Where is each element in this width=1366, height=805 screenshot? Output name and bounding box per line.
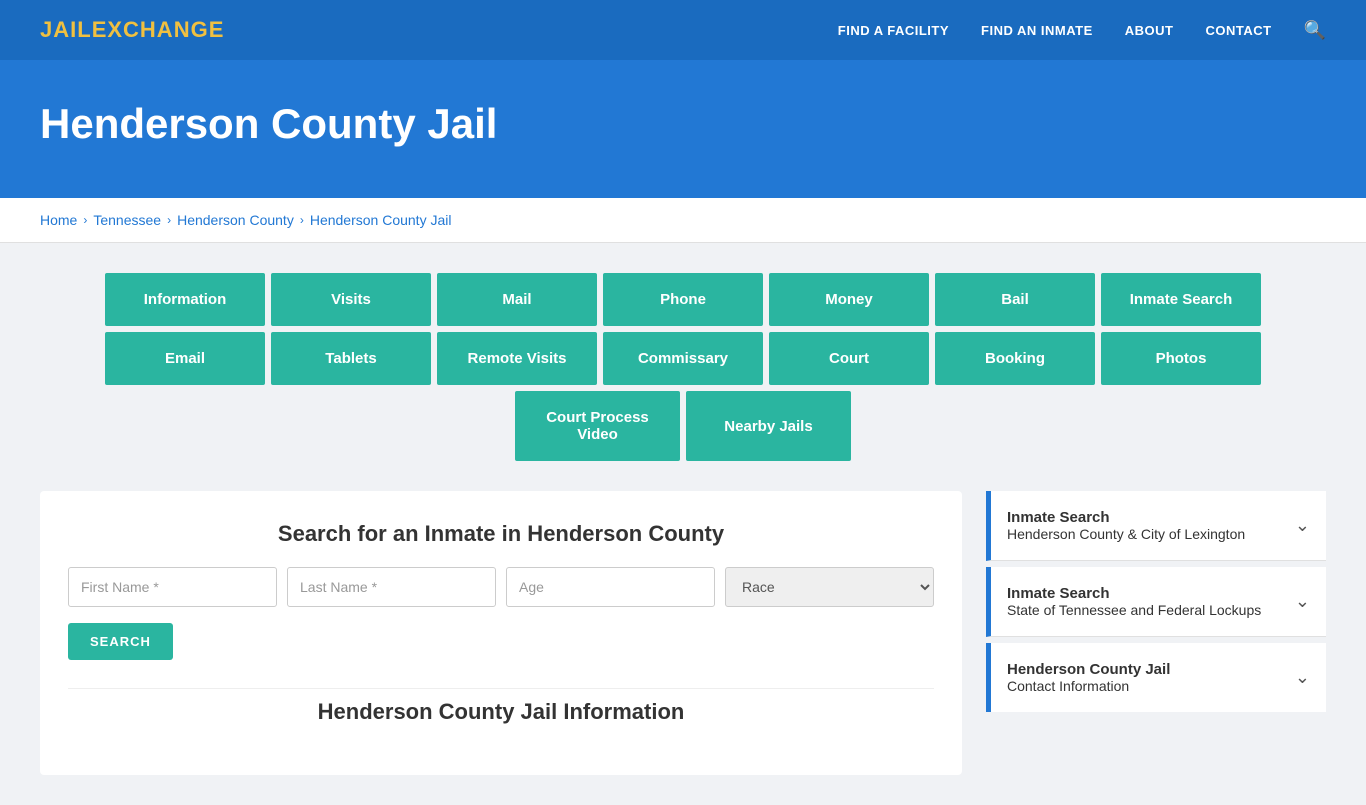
btn-booking[interactable]: Booking — [935, 332, 1095, 385]
breadcrumb-tennessee[interactable]: Tennessee — [93, 212, 161, 228]
race-select[interactable]: Race — [725, 567, 934, 607]
breadcrumb-current: Henderson County Jail — [310, 212, 452, 228]
button-row-2: Email Tablets Remote Visits Commissary C… — [40, 332, 1326, 385]
sidebar-titles-2: Inmate Search State of Tennessee and Fed… — [1007, 585, 1261, 618]
search-icon[interactable]: 🔍 — [1304, 20, 1326, 41]
btn-photos[interactable]: Photos — [1101, 332, 1261, 385]
btn-visits[interactable]: Visits — [271, 273, 431, 326]
chevron-down-icon-2: ⌄ — [1295, 591, 1310, 612]
nav-contact[interactable]: CONTACT — [1205, 23, 1271, 38]
sidebar-card-inmate-search-state[interactable]: Inmate Search State of Tennessee and Fed… — [986, 567, 1326, 637]
logo-jail: JAIL — [40, 17, 92, 42]
age-input[interactable] — [506, 567, 715, 607]
search-panel: Search for an Inmate in Henderson County… — [40, 491, 962, 775]
sidebar: Inmate Search Henderson County & City of… — [986, 491, 1326, 775]
btn-money[interactable]: Money — [769, 273, 929, 326]
breadcrumb: Home › Tennessee › Henderson County › He… — [40, 212, 1326, 228]
btn-phone[interactable]: Phone — [603, 273, 763, 326]
sidebar-card-header-3[interactable]: Henderson County Jail Contact Informatio… — [991, 643, 1326, 712]
sidebar-sub-title-3: Contact Information — [1007, 678, 1170, 694]
btn-information[interactable]: Information — [105, 273, 265, 326]
nav-about[interactable]: ABOUT — [1125, 23, 1174, 38]
sidebar-titles-1: Inmate Search Henderson County & City of… — [1007, 509, 1245, 542]
category-buttons: Information Visits Mail Phone Money Bail… — [40, 273, 1326, 461]
breadcrumb-henderson-county[interactable]: Henderson County — [177, 212, 294, 228]
chevron-down-icon-3: ⌄ — [1295, 667, 1310, 688]
breadcrumb-sep-3: › — [300, 213, 304, 227]
last-name-input[interactable] — [287, 567, 496, 607]
breadcrumb-sep-2: › — [167, 213, 171, 227]
chevron-down-icon-1: ⌄ — [1295, 515, 1310, 536]
search-button[interactable]: SEARCH — [68, 623, 173, 660]
sidebar-main-title-1: Inmate Search — [1007, 509, 1245, 526]
btn-bail[interactable]: Bail — [935, 273, 1095, 326]
sidebar-card-contact-info[interactable]: Henderson County Jail Contact Informatio… — [986, 643, 1326, 712]
jail-info-heading: Henderson County Jail Information — [68, 688, 934, 725]
sidebar-card-header-1[interactable]: Inmate Search Henderson County & City of… — [991, 491, 1326, 560]
search-fields: Race — [68, 567, 934, 607]
first-name-input[interactable] — [68, 567, 277, 607]
btn-tablets[interactable]: Tablets — [271, 332, 431, 385]
btn-remote-visits[interactable]: Remote Visits — [437, 332, 597, 385]
button-row-3: Court Process Video Nearby Jails — [40, 391, 1326, 461]
btn-commissary[interactable]: Commissary — [603, 332, 763, 385]
nav-find-facility[interactable]: FIND A FACILITY — [838, 23, 949, 38]
sidebar-main-title-3: Henderson County Jail — [1007, 661, 1170, 678]
btn-nearby-jails[interactable]: Nearby Jails — [686, 391, 851, 461]
breadcrumb-home[interactable]: Home — [40, 212, 77, 228]
breadcrumb-sep-1: › — [83, 213, 87, 227]
sidebar-card-header-2[interactable]: Inmate Search State of Tennessee and Fed… — [991, 567, 1326, 636]
btn-mail[interactable]: Mail — [437, 273, 597, 326]
sidebar-sub-title-1: Henderson County & City of Lexington — [1007, 526, 1245, 542]
btn-court-process-video[interactable]: Court Process Video — [515, 391, 680, 461]
sidebar-card-inmate-search-local[interactable]: Inmate Search Henderson County & City of… — [986, 491, 1326, 561]
main-content: Information Visits Mail Phone Money Bail… — [0, 243, 1366, 805]
sidebar-main-title-2: Inmate Search — [1007, 585, 1261, 602]
content-area: Search for an Inmate in Henderson County… — [40, 491, 1326, 775]
btn-email[interactable]: Email — [105, 332, 265, 385]
hero-section: Henderson County Jail — [0, 60, 1366, 198]
logo[interactable]: JAILEXCHANGE — [40, 17, 224, 43]
sidebar-titles-3: Henderson County Jail Contact Informatio… — [1007, 661, 1170, 694]
btn-court[interactable]: Court — [769, 332, 929, 385]
sidebar-sub-title-2: State of Tennessee and Federal Lockups — [1007, 602, 1261, 618]
page-title: Henderson County Jail — [40, 100, 1326, 148]
button-row-1: Information Visits Mail Phone Money Bail… — [40, 273, 1326, 326]
breadcrumb-bar: Home › Tennessee › Henderson County › He… — [0, 198, 1366, 243]
search-heading: Search for an Inmate in Henderson County — [68, 521, 934, 547]
btn-inmate-search[interactable]: Inmate Search — [1101, 273, 1261, 326]
main-nav: FIND A FACILITY FIND AN INMATE ABOUT CON… — [838, 20, 1326, 41]
nav-find-inmate[interactable]: FIND AN INMATE — [981, 23, 1093, 38]
header: JAILEXCHANGE FIND A FACILITY FIND AN INM… — [0, 0, 1366, 60]
logo-exchange: EXCHANGE — [92, 17, 225, 42]
